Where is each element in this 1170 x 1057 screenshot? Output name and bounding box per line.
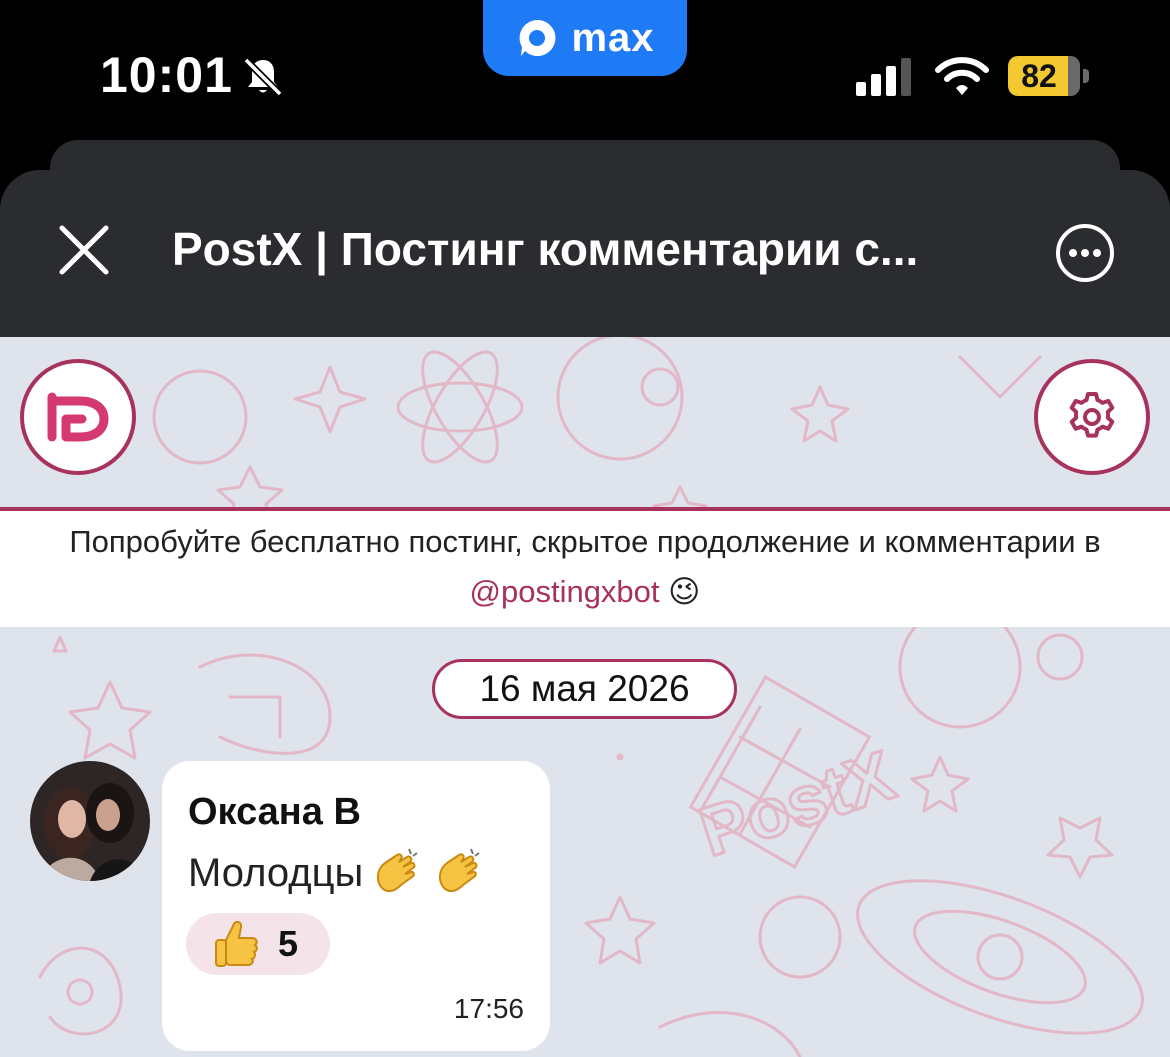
promo-text: Попробуйте бесплатно постинг, скрытое пр… bbox=[69, 524, 1101, 559]
reaction-count: 5 bbox=[278, 923, 299, 964]
more-icon[interactable] bbox=[1054, 222, 1116, 284]
settings-button[interactable] bbox=[1034, 359, 1150, 475]
max-label: max bbox=[571, 15, 655, 60]
close-icon[interactable] bbox=[54, 220, 114, 280]
signal-icon bbox=[856, 58, 911, 96]
promo-banner: Попробуйте бесплатно постинг, скрытое пр… bbox=[0, 511, 1170, 627]
postx-logo-icon bbox=[47, 392, 109, 442]
clapping-hands-icon bbox=[439, 848, 480, 893]
mini-app-sheet: PostX | Постинг комментарии с... PostX П… bbox=[0, 170, 1170, 1057]
wifi-icon bbox=[935, 57, 989, 95]
status-time: 10:01 bbox=[100, 47, 233, 103]
max-app-pill[interactable]: max bbox=[483, 0, 687, 76]
clapping-hands-icon bbox=[377, 848, 418, 893]
postx-logo-button[interactable] bbox=[20, 359, 136, 475]
gear-icon bbox=[1069, 392, 1115, 438]
max-logo-icon bbox=[520, 19, 556, 56]
wink-emoji: 😉 bbox=[668, 574, 701, 609]
page-title: PostX | Постинг комментарии с... bbox=[172, 223, 919, 275]
battery-level: 82 bbox=[1021, 58, 1057, 94]
avatar[interactable] bbox=[30, 761, 150, 881]
promo-bot-link[interactable]: @postingxbot bbox=[470, 574, 660, 609]
chat-area: PostX Попробуйте бесплатно постинг, скры… bbox=[0, 337, 1170, 1057]
battery-icon: 82 bbox=[1008, 56, 1094, 96]
message-bubble[interactable]: Оксана В Молодцы 5 17:56 bbox=[162, 761, 550, 1051]
avatar-photo bbox=[30, 761, 150, 881]
reaction-thumbs-up[interactable]: 5 bbox=[186, 913, 330, 975]
message-text-row: Молодцы bbox=[188, 845, 487, 901]
mini-app-header: PostX | Постинг комментарии с... bbox=[0, 170, 1170, 337]
message-text: Молодцы bbox=[188, 850, 364, 895]
svg-text:PostX: PostX bbox=[691, 736, 904, 872]
message-time: 17:56 bbox=[453, 993, 524, 1024]
date-chip: 16 мая 2026 bbox=[432, 659, 737, 719]
bell-slash-icon bbox=[243, 57, 283, 97]
thumbs-up-icon bbox=[215, 920, 258, 967]
message-author[interactable]: Оксана В bbox=[188, 791, 361, 834]
status-bar: 10:01 max 82 bbox=[0, 0, 1170, 140]
